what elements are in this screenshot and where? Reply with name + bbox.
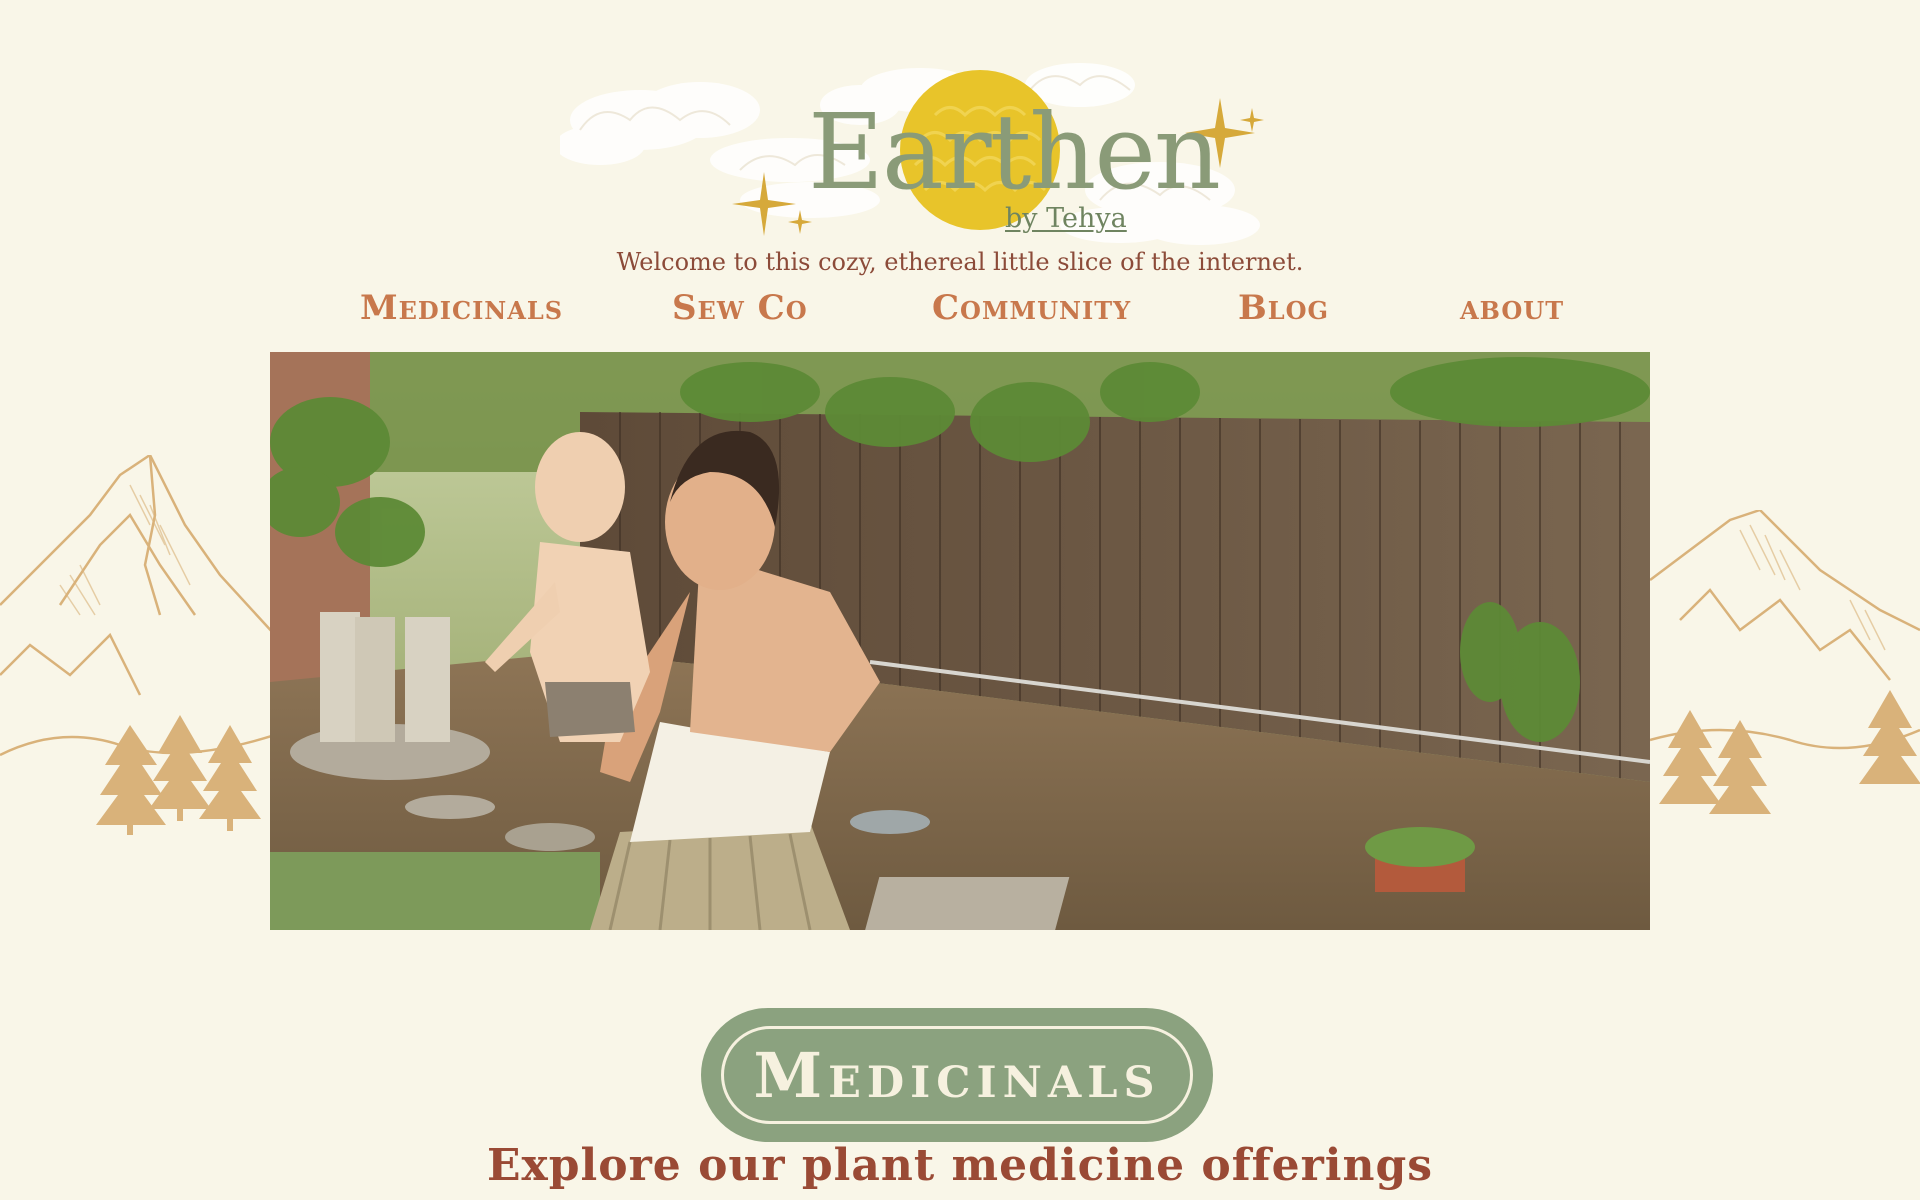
section-heading: Explore our plant medicine offerings [486, 1140, 1433, 1191]
nav-item-sew-co[interactable]: Sew Co [672, 288, 808, 328]
nav-item-about[interactable]: about [1460, 288, 1564, 328]
pine-tree-icon [1659, 690, 1920, 814]
medicinals-button-frame: Medicinals [721, 1026, 1193, 1124]
logo-title[interactable]: Earthen [808, 100, 1221, 204]
pine-tree-icon [96, 715, 261, 835]
backyard-photo-icon [270, 352, 1650, 930]
page: Earthen by Tehya Welcome to this cozy, e… [0, 0, 1920, 1200]
tagline: Welcome to this cozy, ethereal little sl… [616, 248, 1304, 276]
medicinals-button-label: Medicinals [753, 1038, 1161, 1112]
medicinals-button[interactable]: Medicinals [701, 1008, 1213, 1142]
main-nav: Medicinals Sew Co Community Blog about [0, 288, 1920, 338]
mountain-right-icon [1650, 510, 1920, 814]
nav-item-medicinals[interactable]: Medicinals [360, 288, 563, 328]
nav-item-community[interactable]: Community [932, 288, 1131, 328]
hero-image [270, 352, 1650, 930]
mountain-left-icon [0, 455, 275, 835]
logo-subtitle: by Tehya [1005, 203, 1127, 234]
nav-item-blog[interactable]: Blog [1238, 288, 1329, 328]
